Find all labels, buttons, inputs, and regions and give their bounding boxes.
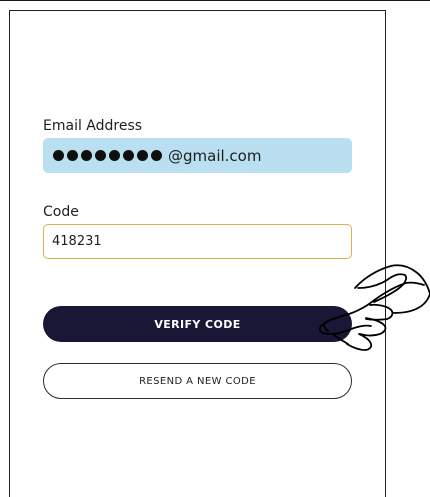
masked-email-dot (53, 150, 64, 161)
masked-email-dot (95, 150, 106, 161)
masked-email-dot (109, 150, 120, 161)
app-screen: Email Address @gmail.com Code VERIFY COD… (0, 0, 430, 497)
masked-email-dot (137, 150, 148, 161)
email-domain-text: @gmail.com (168, 146, 262, 165)
masked-email-dot (151, 150, 162, 161)
verification-code-input[interactable] (43, 224, 352, 259)
top-divider (0, 0, 430, 1)
resend-code-button[interactable]: RESEND A NEW CODE (43, 363, 352, 399)
email-address-field: @gmail.com (43, 138, 352, 173)
masked-email-dot (123, 150, 134, 161)
masked-email-dot (67, 150, 78, 161)
masked-email-dot (81, 150, 92, 161)
masked-email-characters (53, 150, 162, 161)
verify-code-button[interactable]: VERIFY CODE (43, 306, 352, 342)
email-address-label: Email Address (43, 118, 143, 134)
code-label: Code (43, 204, 79, 220)
